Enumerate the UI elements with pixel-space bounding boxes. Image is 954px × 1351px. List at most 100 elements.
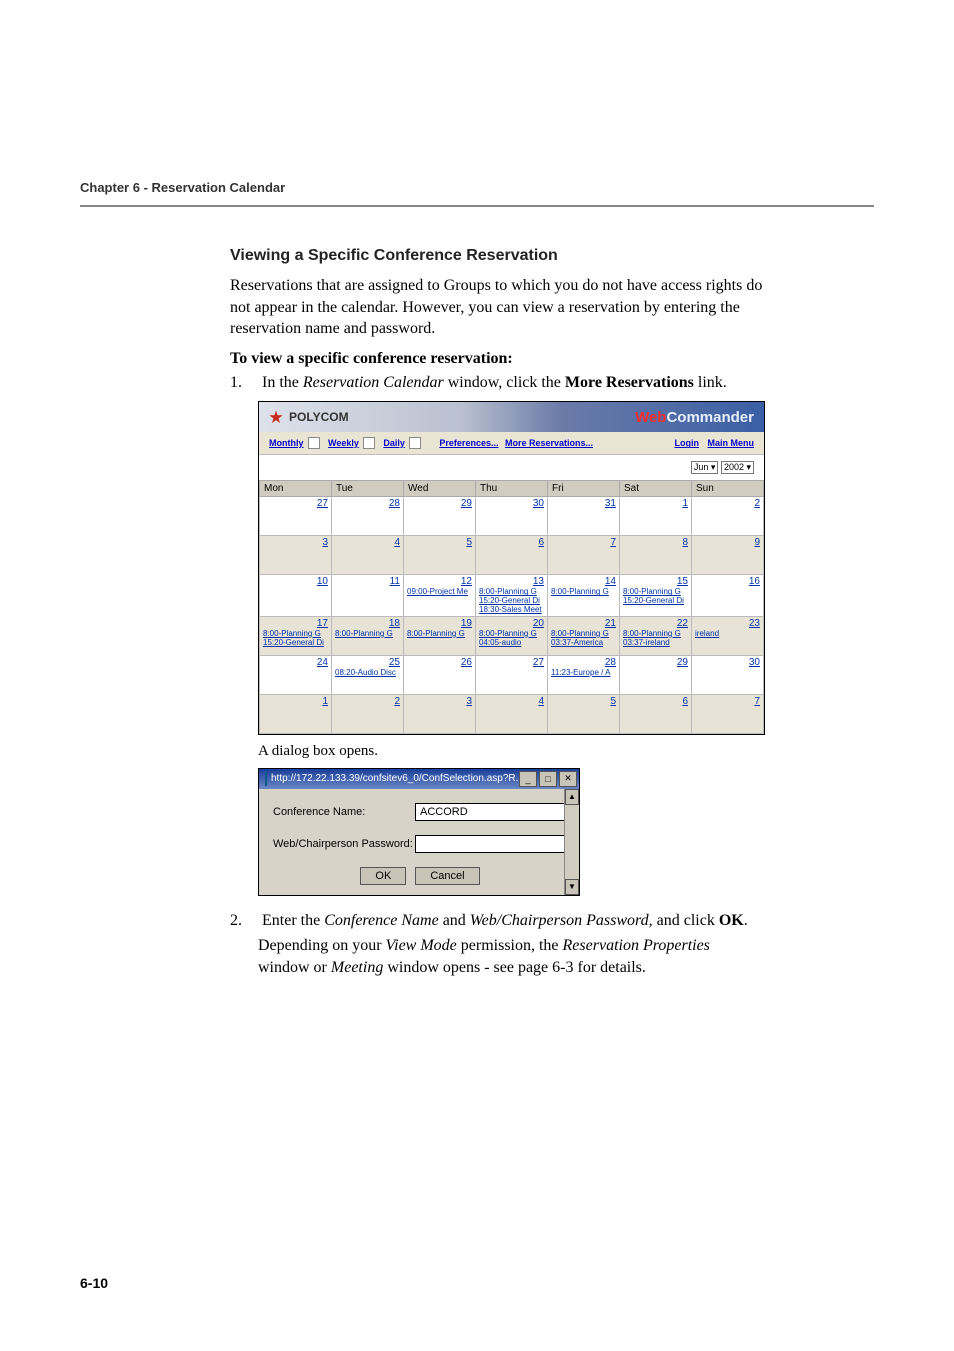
day-number-link[interactable]: 7 <box>754 696 760 707</box>
calendar-cell[interactable]: 24 <box>260 655 332 694</box>
reservation-link[interactable]: 09:00-Project Me <box>407 588 472 597</box>
reservation-link[interactable]: ireland <box>695 630 760 639</box>
calendar-cell[interactable]: 10 <box>260 575 332 616</box>
day-number-link[interactable]: 8 <box>682 537 688 548</box>
calendar-cell[interactable]: 138:00-Planning G15:20-General Di18:30-S… <box>476 575 548 616</box>
calendar-cell[interactable]: 29 <box>620 655 692 694</box>
scroll-up-button[interactable]: ▲ <box>565 789 579 805</box>
reservation-link[interactable]: 03:37-America <box>551 639 616 648</box>
day-number-link[interactable]: 4 <box>538 696 544 707</box>
day-number-link[interactable]: 5 <box>466 537 472 548</box>
calendar-cell[interactable]: 1 <box>620 497 692 536</box>
day-number-link[interactable]: 27 <box>533 657 544 668</box>
day-number-link[interactable]: 27 <box>317 498 328 509</box>
calendar-cell[interactable]: 31 <box>548 497 620 536</box>
preferences-link[interactable]: Preferences... <box>439 438 498 448</box>
day-number-link[interactable]: 21 <box>605 618 616 629</box>
day-number-link[interactable]: 3 <box>322 537 328 548</box>
day-number-link[interactable]: 12 <box>461 576 472 587</box>
calendar-cell[interactable]: 7 <box>548 536 620 575</box>
day-number-link[interactable]: 26 <box>461 657 472 668</box>
calendar-cell[interactable]: 2508:20-Audio Disc <box>332 655 404 694</box>
conference-name-input[interactable] <box>415 803 567 821</box>
day-number-link[interactable]: 6 <box>538 537 544 548</box>
day-number-link[interactable]: 28 <box>389 498 400 509</box>
scroll-down-button[interactable]: ▼ <box>565 879 579 895</box>
calendar-cell[interactable]: 4 <box>332 536 404 575</box>
day-number-link[interactable]: 2 <box>754 498 760 509</box>
calendar-cell[interactable]: 5 <box>548 694 620 733</box>
calendar-cell[interactable]: 158:00-Planning G15:20-General Di <box>620 575 692 616</box>
reservation-link[interactable]: 03:37-ireland <box>623 639 688 648</box>
password-input[interactable] <box>415 835 567 853</box>
calendar-cell[interactable]: 3 <box>260 536 332 575</box>
day-number-link[interactable]: 29 <box>461 498 472 509</box>
dialog-scrollbar[interactable]: ▲ ▼ <box>564 789 579 895</box>
day-number-link[interactable]: 9 <box>754 537 760 548</box>
maximize-button[interactable]: □ <box>539 771 557 787</box>
calendar-cell[interactable]: 30 <box>476 497 548 536</box>
calendar-cell[interactable]: 27 <box>476 655 548 694</box>
calendar-cell[interactable]: 30 <box>692 655 764 694</box>
more-reservations-link[interactable]: More Reservations... <box>505 438 593 448</box>
calendar-cell[interactable]: 178:00-Planning G15:20-General Di <box>260 616 332 655</box>
calendar-cell[interactable]: 198:00-Planning G <box>404 616 476 655</box>
calendar-cell[interactable]: 6 <box>476 536 548 575</box>
calendar-cell[interactable]: 8 <box>620 536 692 575</box>
view-daily-link[interactable]: Daily <box>383 438 405 448</box>
view-monthly-link[interactable]: Monthly <box>269 438 304 448</box>
calendar-cell[interactable]: 7 <box>692 694 764 733</box>
day-number-link[interactable]: 25 <box>389 657 400 668</box>
reservation-link[interactable]: 18:30-Sales Meet <box>479 606 544 615</box>
calendar-cell[interactable]: 16 <box>692 575 764 616</box>
login-link[interactable]: Login <box>674 438 699 448</box>
reservation-link[interactable]: 15:20-General Di <box>623 597 688 606</box>
ok-button[interactable]: OK <box>360 867 406 885</box>
calendar-cell[interactable]: 228:00-Planning G03:37-ireland <box>620 616 692 655</box>
day-number-link[interactable]: 1 <box>322 696 328 707</box>
calendar-cell[interactable]: 208:00-Planning G04:05-audio <box>476 616 548 655</box>
calendar-cell[interactable]: 9 <box>692 536 764 575</box>
calendar-cell[interactable]: 1 <box>260 694 332 733</box>
reservation-link[interactable]: 8:00-Planning G <box>551 588 616 597</box>
calendar-cell[interactable]: 27 <box>260 497 332 536</box>
day-number-link[interactable]: 10 <box>317 576 328 587</box>
calendar-cell[interactable]: 23ireland <box>692 616 764 655</box>
reservation-link[interactable]: 15:20-General Di <box>263 639 328 648</box>
day-number-link[interactable]: 13 <box>533 576 544 587</box>
calendar-cell[interactable]: 2 <box>692 497 764 536</box>
day-number-link[interactable]: 11 <box>390 576 400 587</box>
calendar-cell[interactable]: 11 <box>332 575 404 616</box>
cancel-button[interactable]: Cancel <box>415 867 479 885</box>
calendar-cell[interactable]: 4 <box>476 694 548 733</box>
day-number-link[interactable]: 4 <box>394 537 400 548</box>
calendar-cell[interactable]: 188:00-Planning G <box>332 616 404 655</box>
year-select[interactable]: 2002 ▾ <box>721 461 754 474</box>
calendar-cell[interactable]: 3 <box>404 694 476 733</box>
day-number-link[interactable]: 6 <box>682 696 688 707</box>
day-number-link[interactable]: 30 <box>749 657 760 668</box>
calendar-cell[interactable]: 1209:00-Project Me <box>404 575 476 616</box>
reservation-link[interactable]: 04:05-audio <box>479 639 544 648</box>
view-weekly-link[interactable]: Weekly <box>328 438 359 448</box>
calendar-cell[interactable]: 28 <box>332 497 404 536</box>
day-number-link[interactable]: 3 <box>466 696 472 707</box>
day-number-link[interactable]: 20 <box>533 618 544 629</box>
calendar-cell[interactable]: 2811:23-Europe / A <box>548 655 620 694</box>
day-number-link[interactable]: 29 <box>677 657 688 668</box>
reservation-link[interactable]: 8:00-Planning G <box>335 630 400 639</box>
calendar-cell[interactable]: 26 <box>404 655 476 694</box>
month-select[interactable]: Jun ▾ <box>691 461 719 474</box>
calendar-cell[interactable]: 5 <box>404 536 476 575</box>
calendar-cell[interactable]: 148:00-Planning G <box>548 575 620 616</box>
minimize-button[interactable]: _ <box>519 771 537 787</box>
day-number-link[interactable]: 28 <box>605 657 616 668</box>
day-number-link[interactable]: 5 <box>610 696 616 707</box>
day-number-link[interactable]: 22 <box>677 618 688 629</box>
day-number-link[interactable]: 14 <box>605 576 616 587</box>
reservation-link[interactable]: 08:20-Audio Disc <box>335 669 400 678</box>
day-number-link[interactable]: 2 <box>394 696 400 707</box>
calendar-cell[interactable]: 29 <box>404 497 476 536</box>
day-number-link[interactable]: 18 <box>389 618 400 629</box>
main-menu-link[interactable]: Main Menu <box>708 438 755 448</box>
